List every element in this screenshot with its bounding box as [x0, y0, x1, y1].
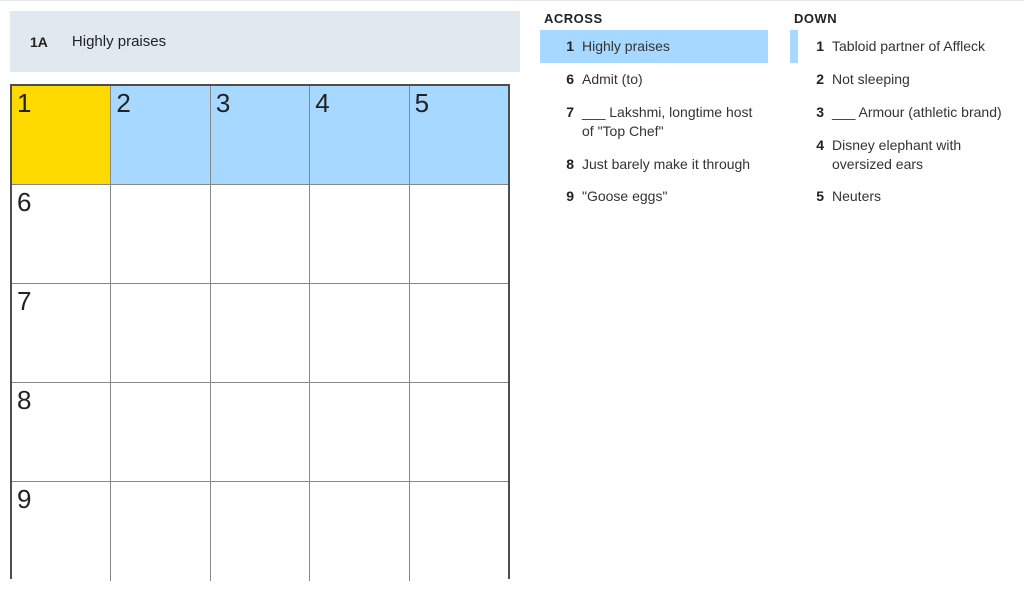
clue-number: 8 — [554, 155, 574, 174]
grid-cell[interactable] — [111, 482, 210, 581]
down-heading: DOWN — [790, 11, 1022, 26]
grid-cell[interactable] — [111, 185, 210, 284]
across-heading: ACROSS — [540, 11, 772, 26]
across-clue-item[interactable]: 9 "Goose eggs" — [540, 180, 768, 213]
current-clue-bar[interactable]: 1A Highly praises — [10, 11, 520, 72]
clue-text: Tabloid partner of Affleck — [832, 37, 985, 56]
clue-number: 5 — [804, 187, 824, 206]
clue-text: Highly praises — [582, 37, 670, 56]
grid-cell[interactable] — [111, 383, 210, 482]
cell-number: 2 — [116, 88, 130, 119]
current-clue-text: Highly praises — [72, 33, 166, 50]
grid-row: 6 — [12, 185, 508, 284]
clue-text: Neuters — [832, 187, 881, 206]
grid-cell[interactable] — [410, 482, 508, 581]
grid-cell[interactable] — [310, 482, 409, 581]
grid-cell[interactable] — [310, 185, 409, 284]
clue-number: 9 — [554, 187, 574, 206]
cell-number: 8 — [17, 385, 31, 416]
left-panel: 1A Highly praises 1 2 3 4 5 6 7 8 9 — [10, 11, 520, 579]
cell-number: 4 — [315, 88, 329, 119]
down-list[interactable]: 1 Tabloid partner of Affleck 2 Not sleeping… — [790, 30, 1022, 560]
grid-cell[interactable]: 5 — [410, 86, 508, 185]
clue-text: Disney elephant with oversized ears — [832, 136, 1010, 174]
grid-cell[interactable] — [211, 185, 310, 284]
grid-row: 1 2 3 4 5 — [12, 86, 508, 185]
cell-number: 9 — [17, 484, 31, 515]
clue-number: 2 — [804, 70, 824, 89]
grid-cell[interactable]: 4 — [310, 86, 409, 185]
across-list[interactable]: 1 Highly praises 6 Admit (to) 7___ Lakshmi, … — [540, 30, 772, 560]
down-clue-item[interactable]: 4Disney elephant with oversized ears — [790, 129, 1018, 181]
cell-number: 6 — [17, 187, 31, 218]
grid-cell[interactable] — [410, 284, 508, 383]
grid-cell[interactable] — [410, 383, 508, 482]
grid-cell[interactable]: 3 — [211, 86, 310, 185]
down-clue-item[interactable]: 2 Not sleeping — [790, 63, 1018, 96]
grid-cell[interactable]: 1 — [12, 86, 111, 185]
grid-row: 9 — [12, 482, 508, 581]
grid-cell[interactable] — [310, 284, 409, 383]
crossword-grid[interactable]: 1 2 3 4 5 6 7 8 9 — [10, 84, 510, 579]
clue-lists: ACROSS 1 Highly praises 6 Admit (to) 7___ La… — [540, 11, 1022, 579]
cell-number: 7 — [17, 286, 31, 317]
grid-cell[interactable]: 7 — [12, 284, 111, 383]
grid-cell[interactable]: 9 — [12, 482, 111, 581]
clue-text: Not sleeping — [832, 70, 910, 89]
grid-cell[interactable]: 2 — [111, 86, 210, 185]
grid-cell[interactable]: 8 — [12, 383, 111, 482]
down-clue-item[interactable]: 3 ___ Armour (athletic brand) — [790, 96, 1018, 129]
grid-cell[interactable] — [211, 482, 310, 581]
across-clue-item[interactable]: 6 Admit (to) — [540, 63, 768, 96]
grid-row: 8 — [12, 383, 508, 482]
across-clue-item[interactable]: 8 Just barely make it through — [540, 148, 768, 181]
grid-cell[interactable] — [410, 185, 508, 284]
grid-cell[interactable] — [111, 284, 210, 383]
down-clue-item[interactable]: 1 Tabloid partner of Affleck — [790, 30, 1018, 63]
clue-text: ___ Armour (athletic brand) — [832, 103, 1002, 122]
clue-number: 6 — [554, 70, 574, 89]
clue-text: Just barely make it through — [582, 155, 750, 174]
down-clue-item[interactable]: 5 Neuters — [790, 180, 1018, 213]
cell-number: 3 — [216, 88, 230, 119]
clue-text: ___ Lakshmi, longtime host of "Top Chef" — [582, 103, 760, 141]
clue-number: 1 — [804, 37, 824, 56]
clue-text: Admit (to) — [582, 70, 643, 89]
cell-number: 1 — [17, 88, 31, 119]
grid-cell[interactable] — [211, 284, 310, 383]
grid-cell[interactable] — [211, 383, 310, 482]
crossword-app: 1A Highly praises 1 2 3 4 5 6 7 8 9 ACROSS 1 High… — [0, 0, 1024, 589]
grid-cell[interactable]: 6 — [12, 185, 111, 284]
across-column: ACROSS 1 Highly praises 6 Admit (to) 7___ La… — [540, 11, 772, 579]
clue-number: 7 — [554, 103, 574, 141]
clue-number: 4 — [804, 136, 824, 174]
across-clue-item[interactable]: 1 Highly praises — [540, 30, 768, 63]
grid-row: 7 — [12, 284, 508, 383]
across-clue-item[interactable]: 7___ Lakshmi, longtime host of "Top Chef… — [540, 96, 768, 148]
clue-text: "Goose eggs" — [582, 187, 667, 206]
clue-number: 3 — [804, 103, 824, 122]
current-clue-label: 1A — [30, 34, 48, 50]
clue-number: 1 — [554, 37, 574, 56]
cell-number: 5 — [415, 88, 429, 119]
down-column: DOWN 1 Tabloid partner of Affleck 2 Not sle… — [790, 11, 1022, 579]
grid-cell[interactable] — [310, 383, 409, 482]
